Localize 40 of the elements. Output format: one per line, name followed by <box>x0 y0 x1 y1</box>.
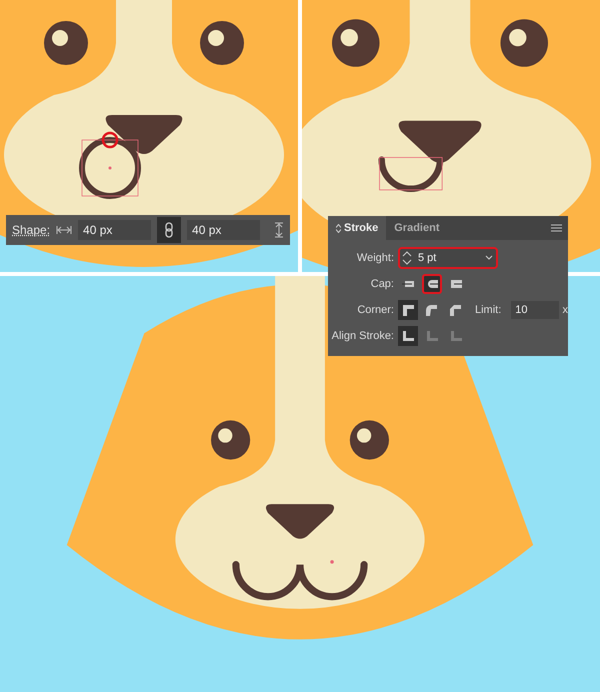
eye <box>500 19 548 67</box>
chain-link-icon <box>165 222 174 238</box>
corner-label: Corner: <box>356 304 394 316</box>
cap-option[interactable] <box>422 274 442 294</box>
limit-label: Limit: <box>474 304 502 316</box>
align-stroke-label: Align Stroke: <box>330 330 394 342</box>
nose-shape <box>266 504 334 539</box>
corner-option[interactable] <box>398 300 418 320</box>
eye <box>350 420 389 460</box>
miter-join-icon <box>402 304 414 316</box>
expand-arrows-icon <box>336 224 341 232</box>
round-join-icon <box>425 304 438 316</box>
eye <box>211 420 250 460</box>
width-icon <box>56 225 72 235</box>
limit-field[interactable]: 10 <box>511 301 558 319</box>
half-circle-drawing <box>378 156 444 192</box>
round-cap-icon <box>426 278 438 290</box>
square-cap-icon <box>450 278 462 290</box>
eye <box>44 21 88 65</box>
align-stroke-icon <box>426 330 438 342</box>
limit-unit: x <box>562 304 568 316</box>
butt-cap-icon <box>402 278 414 290</box>
stepper-icon <box>400 251 414 265</box>
height-icon <box>274 222 284 238</box>
link-button[interactable] <box>157 217 182 243</box>
shape-label[interactable]: Shape: <box>12 223 50 237</box>
height-field[interactable]: 40 px <box>187 220 260 240</box>
weight-field[interactable]: 5 pt <box>398 247 498 269</box>
eye <box>332 19 380 67</box>
width-field[interactable]: 40 px <box>78 220 152 240</box>
align-stroke-icon <box>402 330 414 342</box>
bevel-join-icon <box>449 304 462 316</box>
eye <box>200 21 244 65</box>
align-stroke-icon <box>450 330 462 342</box>
cap-label: Cap: <box>370 278 394 290</box>
weight-label: Weight: <box>356 252 394 264</box>
menu-icon[interactable] <box>551 224 562 232</box>
align-option[interactable] <box>398 326 418 346</box>
selected-circle-drawing <box>79 132 141 199</box>
panel-tab[interactable]: Stroke <box>328 216 386 240</box>
